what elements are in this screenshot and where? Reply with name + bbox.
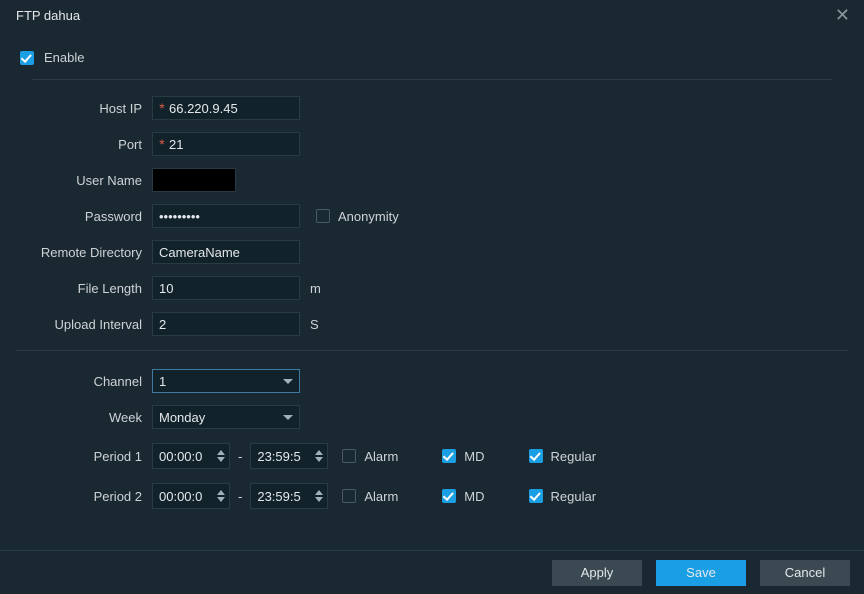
username-label: User Name — [16, 173, 152, 188]
anonymity-label: Anonymity — [338, 209, 399, 224]
period1-md-checkbox[interactable] — [442, 449, 456, 463]
enable-checkbox[interactable] — [20, 51, 34, 65]
week-select[interactable]: Monday — [152, 405, 300, 429]
anonymity-checkbox[interactable] — [316, 209, 330, 223]
range-separator: - — [238, 449, 242, 464]
range-separator: - — [238, 489, 242, 504]
cancel-button[interactable]: Cancel — [760, 560, 850, 586]
file-length-label: File Length — [16, 281, 152, 296]
channel-select[interactable]: 1 — [152, 369, 300, 393]
dialog-footer: Apply Save Cancel — [0, 550, 864, 594]
stepper-icon[interactable] — [315, 490, 323, 502]
close-icon[interactable]: ✕ — [831, 2, 854, 28]
apply-button[interactable]: Apply — [552, 560, 642, 586]
period1-regular-checkbox[interactable] — [529, 449, 543, 463]
period1-md-label: MD — [464, 449, 484, 464]
week-label: Week — [16, 410, 152, 425]
period1-label: Period 1 — [16, 449, 152, 464]
username-input[interactable] — [152, 168, 236, 192]
period-row: Period 1 00:00:0 - 23:59:5 Alarm — [16, 443, 848, 469]
dialog-body: Enable Host IP * 66.220.9.45 Port * 21 U… — [0, 30, 864, 517]
enable-label: Enable — [44, 50, 84, 65]
channel-label: Channel — [16, 374, 152, 389]
title-bar: FTP dahua ✕ — [0, 0, 864, 30]
host-ip-input[interactable]: * 66.220.9.45 — [152, 96, 300, 120]
chevron-down-icon — [283, 415, 293, 420]
period2-end-input[interactable]: 23:59:5 — [250, 483, 328, 509]
password-label: Password — [16, 209, 152, 224]
file-length-input[interactable]: 10 — [152, 276, 300, 300]
stepper-icon[interactable] — [217, 490, 225, 502]
period2-regular-checkbox[interactable] — [529, 489, 543, 503]
period2-alarm-checkbox[interactable] — [342, 489, 356, 503]
divider — [16, 350, 848, 351]
remote-directory-label: Remote Directory — [16, 245, 152, 260]
period1-regular-label: Regular — [551, 449, 597, 464]
dialog-title: FTP dahua — [16, 8, 80, 23]
period1-start-input[interactable]: 00:00:0 — [152, 443, 230, 469]
upload-interval-unit: S — [310, 317, 319, 332]
period2-md-label: MD — [464, 489, 484, 504]
port-label: Port — [16, 137, 152, 152]
period2-start-input[interactable]: 00:00:0 — [152, 483, 230, 509]
period2-alarm-label: Alarm — [364, 489, 398, 504]
period2-regular-label: Regular — [551, 489, 597, 504]
required-marker: * — [155, 133, 169, 155]
upload-interval-input[interactable]: 2 — [152, 312, 300, 336]
upload-interval-label: Upload Interval — [16, 317, 152, 332]
remote-directory-input[interactable]: CameraName — [152, 240, 300, 264]
required-marker: * — [155, 97, 169, 119]
stepper-icon[interactable] — [315, 450, 323, 462]
period1-alarm-label: Alarm — [364, 449, 398, 464]
period2-label: Period 2 — [16, 489, 152, 504]
file-length-unit: m — [310, 281, 321, 296]
period2-md-checkbox[interactable] — [442, 489, 456, 503]
period1-alarm-checkbox[interactable] — [342, 449, 356, 463]
save-button[interactable]: Save — [656, 560, 746, 586]
period-row: Period 2 00:00:0 - 23:59:5 Alarm — [16, 483, 848, 509]
period1-end-input[interactable]: 23:59:5 — [250, 443, 328, 469]
stepper-icon[interactable] — [217, 450, 225, 462]
host-ip-label: Host IP — [16, 101, 152, 116]
password-input[interactable]: ••••••••• — [152, 204, 300, 228]
chevron-down-icon — [283, 379, 293, 384]
port-input[interactable]: * 21 — [152, 132, 300, 156]
